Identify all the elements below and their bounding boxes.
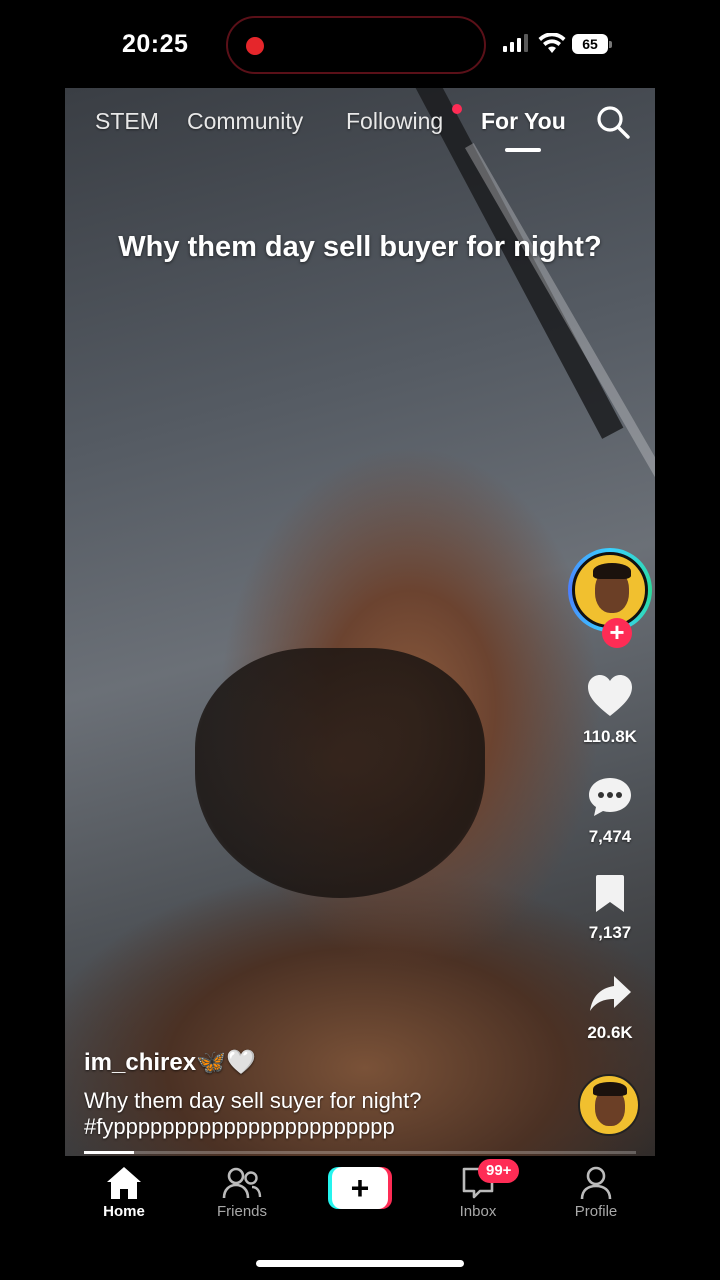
creator-username[interactable]: im_chirex🦋🤍 [84, 1048, 256, 1077]
nav-friends-label: Friends [216, 1203, 268, 1220]
username-emoji: 🦋🤍 [196, 1049, 256, 1076]
comment-button[interactable]: 7,474 [560, 776, 660, 847]
share-count: 20.6K [587, 1023, 633, 1042]
video-overlay-caption: Why them day sell buyer for night? [118, 231, 602, 263]
comment-count: 7,474 [588, 827, 632, 846]
username-text: im_chirex [84, 1049, 197, 1076]
tab-for-you[interactable]: For You [481, 108, 566, 135]
bottom-nav: Home Friends + Inbox 99+ Profile [65, 1157, 655, 1227]
status-time: 20:25 [122, 30, 189, 58]
cellular-signal-icon [503, 34, 529, 52]
nav-profile-label: Profile [574, 1203, 618, 1220]
nav-home[interactable]: Home [79, 1165, 169, 1220]
inbox-badge: 99+ [478, 1159, 520, 1183]
create-button[interactable]: + [328, 1167, 392, 1209]
recording-indicator-icon [246, 37, 264, 55]
wifi-icon [538, 33, 566, 53]
tab-community[interactable]: Community [187, 108, 303, 135]
status-bar: 20:25 65 [0, 0, 720, 88]
following-notification-dot [452, 104, 462, 114]
comment-icon [589, 778, 631, 816]
video-description: Why them day sell suyer for night? [84, 1088, 422, 1113]
sound-disc-hair [593, 1082, 627, 1096]
window-frame [465, 143, 655, 478]
home-icon [107, 1167, 141, 1199]
creator-avatar[interactable]: + [568, 548, 652, 648]
follow-button[interactable]: + [602, 618, 632, 648]
heart-icon [588, 675, 632, 716]
active-tab-underline [505, 148, 541, 152]
avatar-hair [593, 563, 631, 579]
profile-icon [580, 1166, 612, 1200]
tab-following[interactable]: Following [346, 108, 443, 135]
like-button[interactable]: 110.8K [560, 674, 660, 747]
video-hashtags[interactable]: #fyppppppppppppppppppppppp [84, 1114, 395, 1140]
home-indicator [256, 1260, 464, 1267]
battery-indicator: 65 [572, 34, 612, 54]
video-progress-bar[interactable] [84, 1151, 636, 1154]
share-button[interactable]: 20.6K [560, 974, 660, 1043]
search-icon[interactable] [595, 104, 631, 140]
nav-profile[interactable]: Profile [551, 1165, 641, 1220]
tab-stem[interactable]: STEM [95, 108, 159, 135]
video-progress-fill [84, 1151, 134, 1154]
plus-icon: + [332, 1167, 388, 1209]
share-icon [590, 976, 631, 1011]
video-subject [195, 648, 485, 898]
bookmark-icon [596, 875, 624, 912]
top-feed-tabs: STEM Community Following For You [65, 100, 655, 160]
friends-icon [222, 1167, 262, 1199]
nav-friends[interactable]: Friends [197, 1165, 287, 1220]
dynamic-island [226, 16, 486, 74]
sound-disc[interactable] [578, 1074, 640, 1136]
save-button[interactable]: 7,137 [560, 874, 660, 943]
nav-home-label: Home [103, 1203, 145, 1220]
like-count: 110.8K [583, 727, 637, 746]
save-count: 7,137 [588, 923, 632, 942]
nav-inbox-label: Inbox [459, 1203, 497, 1220]
